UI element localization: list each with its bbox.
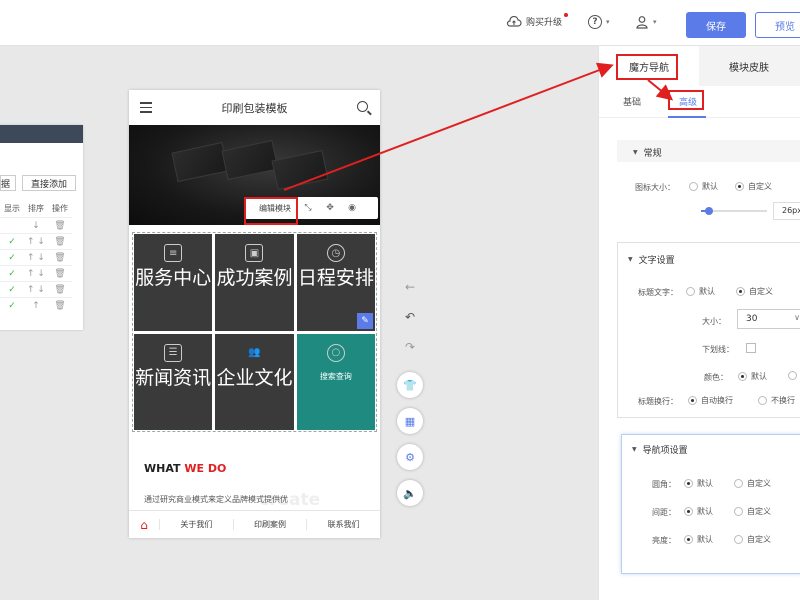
annotation-arrows [283,62,674,191]
arrow-to-subtab [647,79,674,101]
arrow-to-tab [283,62,614,191]
